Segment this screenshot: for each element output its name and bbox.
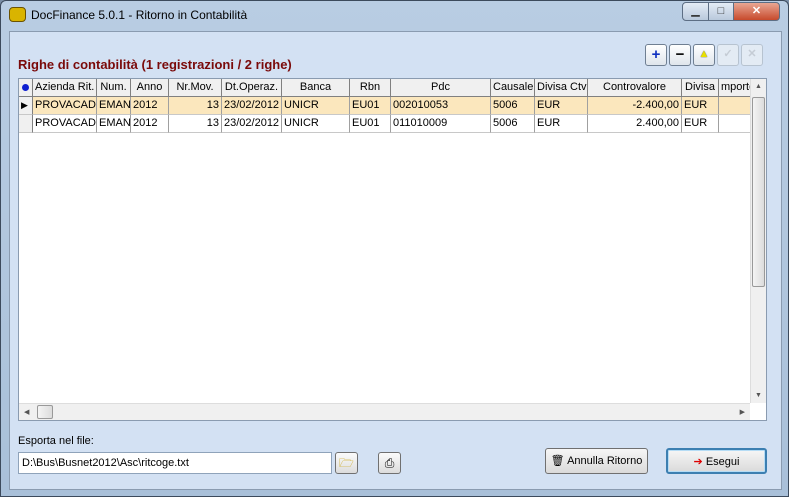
- table-cell[interactable]: -2.400,00: [588, 97, 682, 115]
- column-header[interactable]: Divisa: [682, 79, 719, 97]
- printer-icon: ⎙: [384, 456, 395, 470]
- table-cell[interactable]: EMAN: [97, 115, 131, 133]
- column-header[interactable]: Causale: [491, 79, 535, 97]
- window-title: DocFinance 5.0.1 - Ritorno in Contabilit…: [31, 8, 248, 22]
- horizontal-scrollbar[interactable]: ◀ ▶: [19, 403, 750, 420]
- title-bar: DocFinance 5.0.1 - Ritorno in Contabilit…: [1, 1, 788, 29]
- table-cell[interactable]: [719, 97, 751, 115]
- scroll-up-icon[interactable]: ▲: [755, 83, 762, 90]
- scroll-right-icon[interactable]: ▶: [740, 408, 745, 416]
- table-cell[interactable]: EU01: [350, 115, 391, 133]
- row-indicator[interactable]: [19, 115, 33, 133]
- column-header[interactable]: Azienda Rit.: [33, 79, 97, 97]
- section-heading: Righe di contabilità (1 registrazioni / …: [18, 57, 292, 72]
- column-header[interactable]: Pdc: [391, 79, 491, 97]
- table-cell[interactable]: EMAN: [97, 97, 131, 115]
- table-cell[interactable]: 13: [169, 97, 222, 115]
- esegui-button[interactable]: ➔ Esegui: [666, 448, 767, 474]
- scroll-down-icon[interactable]: ▼: [755, 392, 762, 399]
- select-all-indicator[interactable]: [19, 79, 33, 97]
- table-cell[interactable]: EU01: [350, 97, 391, 115]
- table-cell[interactable]: 23/02/2012: [222, 115, 282, 133]
- folder-icon: 🗁: [339, 456, 354, 470]
- column-header[interactable]: Divisa Ctv: [535, 79, 588, 97]
- maximize-button[interactable]: □: [708, 2, 734, 21]
- esegui-label: Esegui: [705, 456, 740, 468]
- vertical-scrollbar[interactable]: ▲ ▼: [750, 79, 766, 403]
- column-header[interactable]: Num.: [97, 79, 131, 97]
- grid-header: Azienda Rit. Num. Anno Nr.Mov. Dt.Operaz. Ban…: [19, 79, 751, 97]
- add-row-button[interactable]: +: [645, 44, 667, 66]
- table-cell[interactable]: 5006: [491, 97, 535, 115]
- table-cell[interactable]: EUR: [535, 97, 588, 115]
- scroll-left-icon[interactable]: ◀: [24, 408, 29, 416]
- table-cell[interactable]: UNICR: [282, 115, 350, 133]
- table-cell[interactable]: 002010053: [391, 97, 491, 115]
- row-indicator[interactable]: ▶: [19, 97, 33, 115]
- app-icon: [9, 7, 26, 22]
- print-button[interactable]: ⎙: [378, 452, 401, 474]
- dot-icon: [22, 84, 29, 91]
- confirm-button[interactable]: ✓: [717, 44, 739, 66]
- table-cell[interactable]: 23/02/2012: [222, 97, 282, 115]
- table-row[interactable]: PROVACAD(EMAN 2012 13 23/02/2012 UNICR EU01 01…: [19, 115, 751, 133]
- column-header[interactable]: Nr.Mov.: [169, 79, 222, 97]
- table-cell[interactable]: [719, 115, 751, 133]
- annulla-ritorno-button[interactable]: 🗑 Annulla Ritorno: [545, 448, 648, 474]
- table-cell[interactable]: PROVACAD(: [33, 115, 97, 133]
- table-cell[interactable]: 2012: [131, 97, 169, 115]
- export-file-input[interactable]: D:\Bus\Busnet2012\Asc\ritcoge.txt: [18, 452, 332, 474]
- execute-icon: ➔: [693, 456, 706, 468]
- table-cell[interactable]: 13: [169, 115, 222, 133]
- table-cell[interactable]: EUR: [682, 115, 719, 133]
- column-header[interactable]: Rbn: [350, 79, 391, 97]
- annulla-label: Annulla Ritorno: [567, 455, 643, 467]
- remove-row-button[interactable]: −: [669, 44, 691, 66]
- table-cell[interactable]: 2.400,00: [588, 115, 682, 133]
- table-cell[interactable]: 2012: [131, 115, 169, 133]
- column-header[interactable]: mporto: [719, 79, 751, 97]
- column-header[interactable]: Anno: [131, 79, 169, 97]
- table-cell[interactable]: UNICR: [282, 97, 350, 115]
- column-header[interactable]: Banca: [282, 79, 350, 97]
- table-cell[interactable]: EUR: [535, 115, 588, 133]
- column-header[interactable]: Controvalore: [588, 79, 682, 97]
- table-cell[interactable]: 011010009: [391, 115, 491, 133]
- current-row-icon: ▶: [21, 100, 28, 110]
- horizontal-scroll-thumb[interactable]: [37, 405, 53, 419]
- vertical-scroll-thumb[interactable]: [752, 97, 765, 287]
- export-label: Esporta nel file:: [18, 435, 94, 447]
- table-cell[interactable]: PROVACAD(: [33, 97, 97, 115]
- column-header[interactable]: Dt.Operaz.: [222, 79, 282, 97]
- accounting-grid[interactable]: Azienda Rit. Num. Anno Nr.Mov. Dt.Operaz. Ban…: [18, 78, 767, 421]
- close-button[interactable]: ✕: [733, 2, 780, 21]
- minimize-button[interactable]: ▁: [682, 2, 709, 21]
- trash-icon: 🗑: [550, 455, 568, 467]
- cancel-edit-button[interactable]: ✕: [741, 44, 763, 66]
- table-cell[interactable]: 5006: [491, 115, 535, 133]
- move-up-button[interactable]: ▲: [693, 44, 715, 66]
- table-cell[interactable]: EUR: [682, 97, 719, 115]
- table-row[interactable]: ▶ PROVACAD(EMAN 2012 13 23/02/2012 UNICR EU01 0…: [19, 97, 751, 115]
- browse-folder-button[interactable]: 🗁: [335, 452, 358, 474]
